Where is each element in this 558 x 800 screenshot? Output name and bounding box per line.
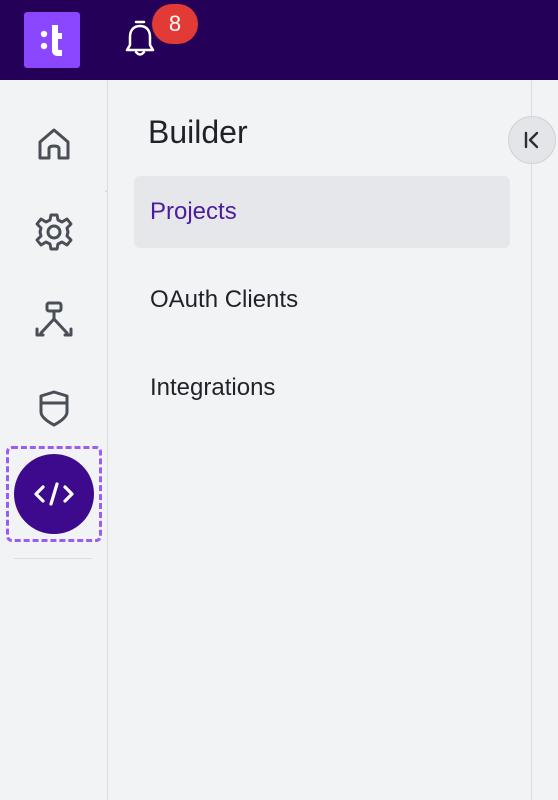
icon-rail: [0, 80, 108, 800]
code-icon: [34, 482, 74, 506]
home-icon: [38, 128, 70, 160]
rail-item-settings[interactable]: [14, 192, 94, 272]
rail-item-security[interactable]: [14, 368, 94, 448]
panel-title: Builder: [148, 114, 248, 150]
notification-count-badge: 8: [152, 4, 198, 44]
workflow-icon: [35, 301, 73, 337]
shield-icon: [39, 390, 69, 427]
teleport-logo-icon[interactable]: [24, 12, 80, 68]
active-indicator: [14, 454, 94, 534]
builder-panel: Builder Projects OAuth Clients Integrati…: [108, 80, 532, 800]
top-bar: 8: [0, 0, 558, 80]
nav-item-projects[interactable]: Projects: [134, 176, 510, 248]
rail-divider: [14, 558, 92, 559]
rail-item-workflow[interactable]: [14, 280, 94, 360]
rail-item-home[interactable]: [14, 104, 94, 184]
nav-item-integrations[interactable]: Integrations: [134, 352, 510, 424]
collapse-left-icon: [524, 131, 539, 149]
rail-item-builder[interactable]: [6, 446, 102, 542]
gear-icon: [35, 213, 73, 251]
nav-item-oauth-clients[interactable]: OAuth Clients: [134, 264, 510, 336]
collapse-sidebar-button[interactable]: [508, 116, 556, 164]
